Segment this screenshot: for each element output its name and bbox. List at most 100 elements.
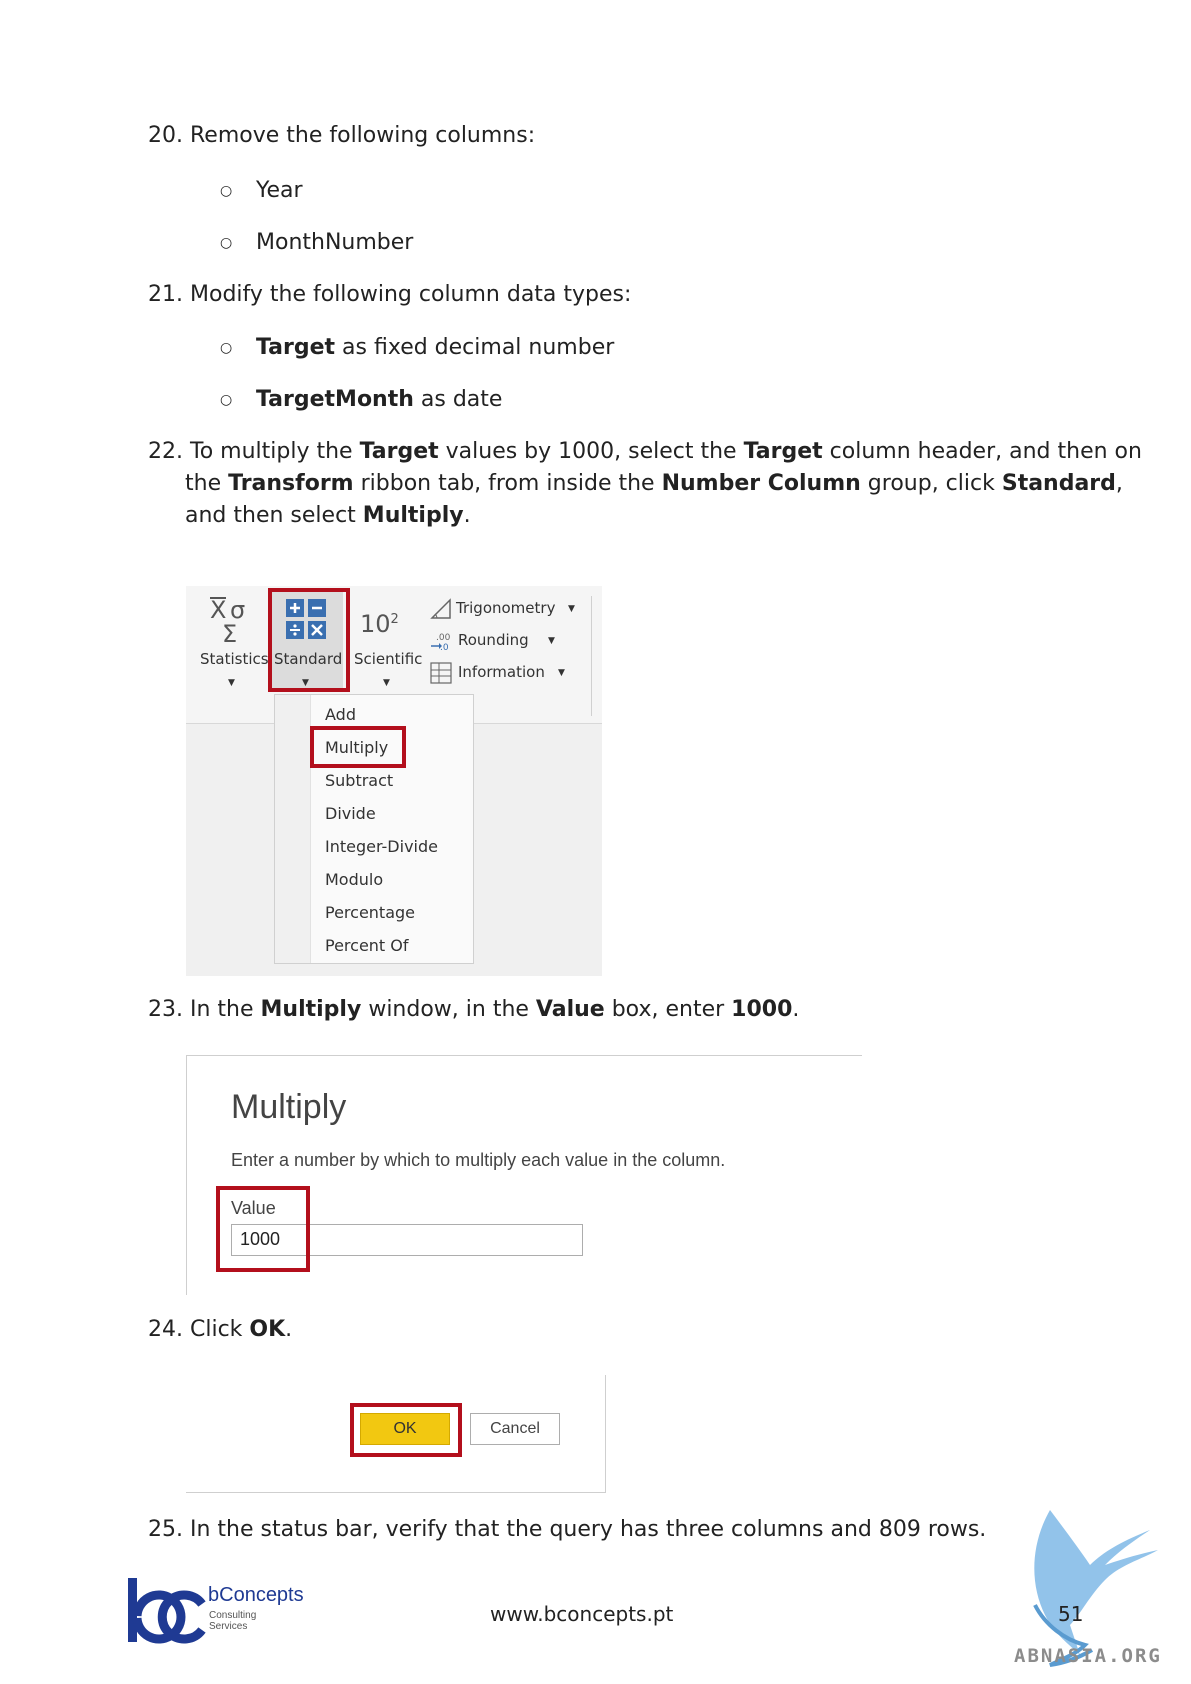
statistics-icon: X σ Σ — [210, 596, 245, 644]
step-number: 25. — [148, 1517, 183, 1542]
standard-highlight — [268, 588, 350, 692]
step-number: 23. — [148, 997, 183, 1022]
logo-subtext: Services — [209, 1621, 248, 1632]
bold-term: Multiply — [362, 503, 464, 528]
rounding-icon: .00 .0 — [431, 633, 451, 652]
step-number: 24. — [148, 1317, 183, 1342]
bold-term: Standard — [1001, 471, 1116, 496]
text-span: the — [185, 471, 229, 496]
menu-item-divide[interactable]: Divide — [325, 804, 376, 823]
step-number: 21. — [148, 282, 183, 307]
svg-text:Σ: Σ — [222, 620, 237, 644]
step-20: 20. Remove the following columns: — [148, 120, 535, 152]
page-number: 51 — [1058, 1602, 1084, 1626]
bullet-text: Year — [256, 178, 303, 203]
menu-item-modulo[interactable]: Modulo — [325, 870, 383, 889]
bold-term: Multiply — [260, 997, 362, 1022]
step-number: 22. — [148, 439, 183, 464]
text-span: To multiply the — [190, 439, 360, 464]
text-span: and then select — [185, 503, 363, 528]
bullet-rest: as date — [413, 387, 503, 412]
multiply-dialog: Multiply Enter a number by which to mult… — [186, 1055, 862, 1295]
text-span: Click — [190, 1317, 250, 1342]
text-span: . — [285, 1317, 293, 1342]
chevron-down-icon: ▼ — [548, 636, 555, 646]
information-icon — [430, 662, 452, 684]
menu-item-subtract[interactable]: Subtract — [325, 771, 393, 790]
multiply-highlight — [310, 726, 406, 768]
statistics-button[interactable]: X σ Σ — [196, 592, 266, 692]
logo-subtext: Consulting — [209, 1610, 257, 1621]
information-button[interactable]: Information ▼ — [430, 662, 580, 686]
text-span: values by 1000, select the — [438, 439, 744, 464]
step-24: 24. Click OK. — [148, 1314, 292, 1346]
text-span: box, enter — [604, 997, 732, 1022]
bconcepts-logo: bConcepts Consulting Services — [128, 1578, 338, 1648]
menu-item-add[interactable]: Add — [325, 705, 356, 724]
scientific-icon: 102 — [360, 610, 399, 638]
text-span: In the — [190, 997, 261, 1022]
menu-item-percentage[interactable]: Percentage — [325, 903, 415, 922]
watermark-text: ABNASIA.ORG — [1014, 1645, 1162, 1667]
step-number: 20. — [148, 123, 183, 148]
bullet-text: MonthNumber — [256, 230, 414, 255]
statistics-label: Statistics — [200, 650, 269, 668]
chevron-down-icon: ▼ — [383, 678, 390, 688]
scientific-button[interactable]: 102 — [350, 592, 422, 692]
menu-item-percent-of[interactable]: Percent Of — [325, 936, 409, 955]
text-span: . — [792, 997, 800, 1022]
menu-gutter — [275, 695, 311, 963]
rounding-button[interactable]: .00 .0 Rounding ▼ — [430, 630, 580, 654]
step-22: 22. To multiply the Target values by 100… — [148, 436, 1142, 532]
chevron-down-icon: ▼ — [558, 668, 565, 678]
chevron-down-icon: ▼ — [568, 604, 575, 614]
step-25: 25. In the status bar, verify that the q… — [148, 1514, 986, 1546]
bullet-icon: ○ — [220, 340, 233, 356]
text-span: window, in the — [361, 997, 536, 1022]
logo-text: bConcepts — [208, 1584, 304, 1606]
bold-term: 1000 — [731, 997, 793, 1022]
step-line: and then select Multiply. — [148, 500, 1108, 532]
bold-term: Target — [359, 439, 439, 464]
cancel-button[interactable]: Cancel — [470, 1413, 560, 1445]
rounding-label: Rounding — [458, 631, 529, 649]
bc-logo-icon — [128, 1578, 206, 1644]
bullet-rest: as fixed decimal number — [335, 335, 615, 360]
bold-term: Number Column — [661, 471, 861, 496]
menu-item-integer-divide[interactable]: Integer-Divide — [325, 837, 438, 856]
scientific-label: Scientific — [354, 650, 423, 668]
footer-url[interactable]: www.bconcepts.pt — [490, 1602, 673, 1626]
bold-term: Target — [256, 335, 336, 360]
bold-term: OK — [249, 1317, 286, 1342]
ribbon-separator — [591, 596, 592, 716]
text-span: group, click — [860, 471, 1002, 496]
scientific-sup: 2 — [390, 612, 399, 627]
bullet-icon: ○ — [220, 235, 233, 251]
dialog-title: Multiply — [231, 1088, 347, 1126]
svg-text:.0: .0 — [440, 643, 449, 652]
triangle-icon — [430, 598, 451, 619]
dialog-buttons-panel: OK Cancel — [186, 1375, 606, 1493]
step-line: the Transform ribbon tab, from inside th… — [148, 468, 1123, 500]
step-line: 22. To multiply the Target values by 100… — [148, 436, 1142, 468]
ok-highlight — [350, 1403, 462, 1457]
information-label: Information — [458, 663, 545, 681]
step-23: 23. In the Multiply window, in the Value… — [148, 994, 799, 1026]
text-span: column header, and then on — [822, 439, 1142, 464]
svg-text:.00: .00 — [436, 633, 451, 643]
bullet-text: TargetMonth as date — [256, 384, 502, 416]
chevron-down-icon: ▼ — [228, 678, 235, 688]
step-21: 21. Modify the following column data typ… — [148, 279, 631, 311]
step-text: Modify the following column data types: — [190, 282, 632, 307]
bullet-text: Target as fixed decimal number — [256, 332, 614, 364]
text-span: ribbon tab, from inside the — [353, 471, 662, 496]
trigonometry-button[interactable]: Trigonometry ▼ — [430, 598, 580, 622]
bold-term: Target — [743, 439, 823, 464]
trigonometry-label: Trigonometry — [456, 599, 556, 617]
bullet-icon: ○ — [220, 183, 233, 199]
bold-term: Transform — [228, 471, 354, 496]
bold-term: TargetMonth — [256, 387, 414, 412]
ribbon-screenshot: X σ Σ Statistics ▼ Standard ▼ 102 Scient… — [186, 586, 602, 976]
step-text: Remove the following columns: — [190, 123, 536, 148]
value-highlight — [216, 1186, 310, 1272]
